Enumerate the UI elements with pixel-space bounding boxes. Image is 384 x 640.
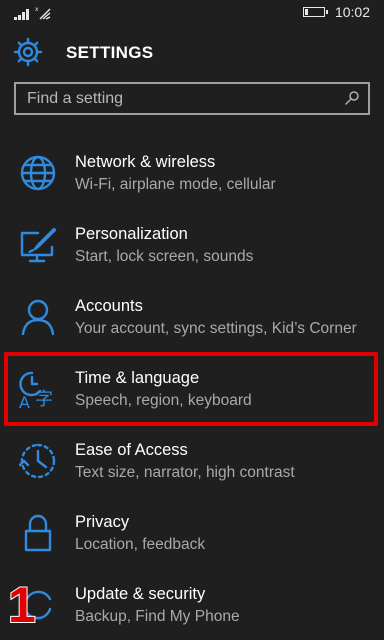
setting-description: Speech, region, keyboard	[75, 392, 252, 409]
search-box[interactable]	[14, 82, 370, 115]
setting-accounts[interactable]: Accounts Your account, sync settings, Ki…	[0, 284, 384, 356]
wifi-icon: x	[35, 6, 51, 20]
setting-description: Your account, sync settings, Kid’s Corne…	[75, 320, 357, 337]
setting-time-language[interactable]: A 字 Time & language Speech, region, keyb…	[0, 356, 384, 428]
setting-label: Network & wireless	[75, 153, 216, 171]
signal-bars-icon	[14, 8, 29, 20]
page-header: SETTINGS	[0, 36, 384, 70]
status-right: 10:02	[302, 4, 370, 20]
setting-network-wireless[interactable]: Network & wireless Wi-Fi, airplane mode,…	[0, 140, 384, 212]
step-number-badge: 1	[7, 577, 37, 633]
setting-description: Text size, narrator, high contrast	[75, 464, 295, 481]
svg-text:x: x	[35, 6, 39, 13]
setting-personalization[interactable]: Personalization Start, lock screen, soun…	[0, 212, 384, 284]
gear-icon	[13, 37, 43, 67]
setting-privacy[interactable]: Privacy Location, feedback	[0, 500, 384, 572]
setting-update-security[interactable]: Update & security Backup, Find My Phone	[0, 572, 384, 640]
setting-description: Start, lock screen, sounds	[75, 248, 254, 265]
setting-label: Privacy	[75, 513, 130, 531]
setting-description: Wi-Fi, airplane mode, cellular	[75, 176, 276, 193]
ease-of-access-icon	[18, 443, 56, 479]
setting-label: Time & language	[75, 369, 200, 387]
clock: 10:02	[334, 4, 370, 20]
globe-icon	[20, 155, 56, 191]
settings-screen: x 10:02 SETTINGS Find a setting Network …	[0, 0, 384, 640]
time-language-icon: A 字	[19, 371, 53, 409]
settings-list: Network & wireless Wi-Fi, airplane mode,…	[0, 140, 384, 640]
setting-label: Personalization	[75, 225, 188, 243]
page-title: SETTINGS	[66, 43, 154, 62]
search-input[interactable]	[16, 84, 326, 113]
battery-icon	[302, 7, 328, 17]
status-bar: x 10:02	[0, 0, 384, 26]
person-icon	[21, 299, 55, 336]
status-left: x	[14, 6, 51, 20]
setting-label: Accounts	[75, 297, 143, 315]
svg-text:字: 字	[35, 389, 53, 409]
paintbrush-monitor-icon	[20, 227, 57, 263]
lock-icon	[24, 514, 52, 552]
svg-text:A: A	[19, 393, 30, 409]
setting-label: Update & security	[75, 585, 206, 603]
setting-label: Ease of Access	[75, 441, 188, 459]
setting-description: Location, feedback	[75, 536, 206, 553]
search-icon[interactable]	[344, 90, 360, 106]
setting-description: Backup, Find My Phone	[75, 608, 240, 625]
setting-ease-of-access[interactable]: Ease of Access Text size, narrator, high…	[0, 428, 384, 500]
